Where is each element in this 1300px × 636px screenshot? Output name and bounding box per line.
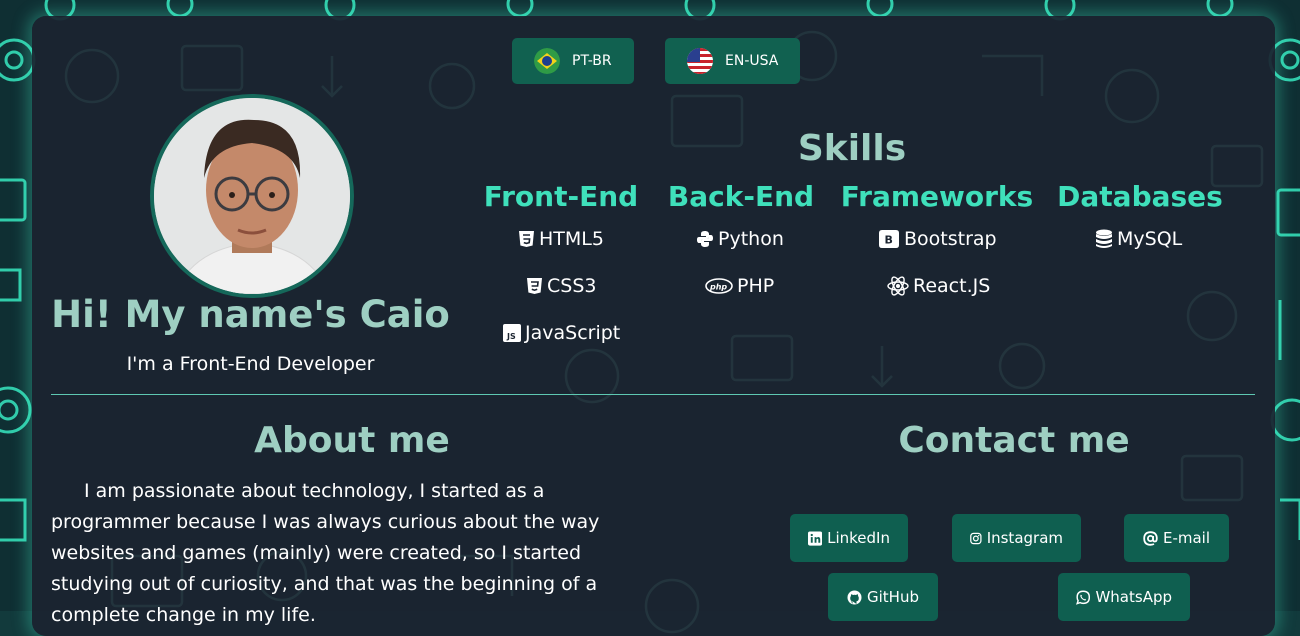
html5-icon xyxy=(519,231,534,247)
svg-text:B: B xyxy=(885,234,893,247)
section-divider xyxy=(51,394,1255,395)
skill-label: Python xyxy=(718,228,784,250)
instagram-button[interactable]: Instagram xyxy=(952,514,1081,562)
usa-flag-icon xyxy=(687,48,713,74)
svg-text:php: php xyxy=(709,283,727,292)
bootstrap-icon: B xyxy=(879,230,899,248)
portfolio-card: PT-BR EN-USA Hi! My name's Caio I'm a Fr… xyxy=(32,16,1275,636)
whatsapp-button[interactable]: WhatsApp xyxy=(1058,573,1190,621)
language-button-en-usa[interactable]: EN-USA xyxy=(665,38,801,84)
javascript-icon: JS xyxy=(503,324,521,342)
skill-label: JavaScript xyxy=(525,322,621,344)
profile-name: Hi! My name's Caio xyxy=(51,293,450,336)
contact-label: E-mail xyxy=(1162,529,1211,547)
php-icon: php xyxy=(705,278,733,294)
github-icon xyxy=(847,590,862,604)
whatsapp-icon xyxy=(1076,590,1091,605)
skill-label: MySQL xyxy=(1117,228,1183,250)
python-icon xyxy=(697,231,713,247)
skills-title: Skills xyxy=(797,128,907,169)
brazil-flag-icon xyxy=(534,48,560,74)
contact-label: WhatsApp xyxy=(1095,588,1172,606)
skill-item: Python xyxy=(696,228,784,250)
contact-label: LinkedIn xyxy=(827,529,890,547)
css3-icon xyxy=(527,278,542,294)
linkedin-icon xyxy=(808,530,823,546)
skill-item: CSS3 xyxy=(526,275,596,297)
skill-label: CSS3 xyxy=(547,275,597,297)
svg-text:JS: JS xyxy=(506,332,516,341)
language-label: PT-BR xyxy=(572,53,612,69)
skill-label: React.JS xyxy=(913,275,991,297)
contact-label: Instagram xyxy=(986,529,1063,547)
skill-category-frameworks: Frameworks xyxy=(840,180,1034,213)
skill-category-databases: Databases xyxy=(1057,180,1223,213)
react-icon xyxy=(887,276,909,296)
skill-label: Bootstrap xyxy=(904,228,997,250)
email-button[interactable]: E-mail xyxy=(1124,514,1229,562)
profile-role: I'm a Front-End Developer xyxy=(126,353,375,375)
skill-item: B Bootstrap xyxy=(878,228,997,250)
github-button[interactable]: GitHub xyxy=(828,573,938,621)
contact-label: GitHub xyxy=(867,588,919,606)
skill-item: MySQL xyxy=(1095,228,1182,250)
instagram-icon xyxy=(970,532,982,544)
contact-title: Contact me xyxy=(898,420,1130,461)
skill-item: HTML5 xyxy=(518,228,604,250)
at-sign-icon xyxy=(1143,530,1158,546)
skill-item: JS JavaScript xyxy=(503,322,620,344)
skill-label: HTML5 xyxy=(539,228,604,250)
language-label: EN-USA xyxy=(725,53,779,69)
about-text: I am passionate about technology, I star… xyxy=(51,480,600,626)
skill-item: React.JS xyxy=(887,275,990,297)
database-icon xyxy=(1096,229,1112,248)
skill-category-front-end: Front-End xyxy=(483,180,639,213)
skill-label: PHP xyxy=(737,275,775,297)
skill-item: php PHP xyxy=(705,275,774,297)
skill-category-back-end: Back-End xyxy=(667,180,815,213)
linkedin-button[interactable]: LinkedIn xyxy=(790,514,908,562)
avatar xyxy=(150,94,354,298)
language-button-pt-br[interactable]: PT-BR xyxy=(512,38,634,84)
about-title: About me xyxy=(254,420,450,461)
